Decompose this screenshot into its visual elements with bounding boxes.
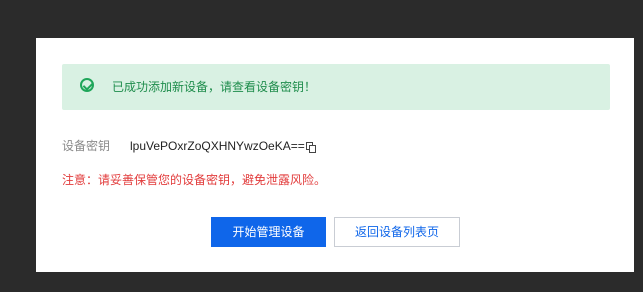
back-to-device-list-button[interactable]: 返回设备列表页 xyxy=(334,217,460,247)
success-message: 已成功添加新设备，请查看设备密钥！ xyxy=(112,80,317,94)
copy-icon[interactable] xyxy=(306,142,318,154)
success-banner: 已成功添加新设备，请查看设备密钥！ xyxy=(62,64,610,110)
device-key-dialog: 已成功添加新设备，请查看设备密钥！ 设备密钥 lpuVePOxrZoQXHNYw… xyxy=(36,38,634,272)
device-key-value: lpuVePOxrZoQXHNYwzOeKA== xyxy=(130,139,305,153)
device-key-label: 设备密钥 xyxy=(62,139,111,153)
check-circle-icon xyxy=(80,78,94,92)
warning-message: 注意：请妥善保管您的设备密钥，避免泄露风险。 xyxy=(62,173,327,187)
start-manage-device-button[interactable]: 开始管理设备 xyxy=(211,217,326,247)
